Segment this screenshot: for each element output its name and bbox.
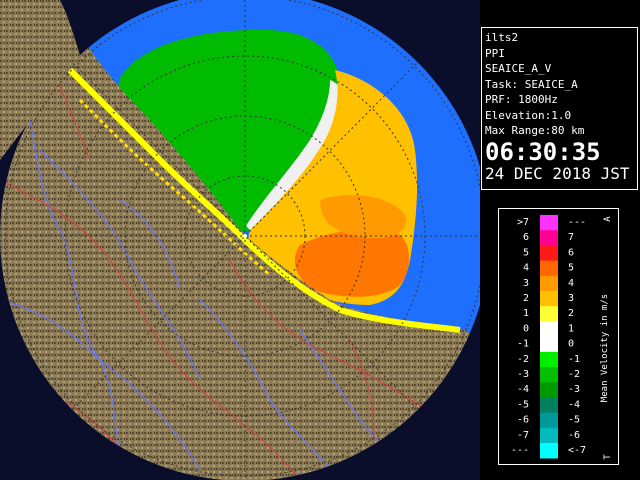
legend-row-lower-label: -1 xyxy=(517,339,529,350)
product-name: SEAICE_A_V xyxy=(485,62,552,75)
legend-row-upper-label: --- xyxy=(568,217,586,228)
radar-ppi-display[interactable] xyxy=(0,0,480,480)
legend-row-lower-label: 1 xyxy=(523,308,529,319)
legend-scale: >7 --- 6 7 5 6 4 5 3 4 2 3 1 2 0 1 -1 0 -2 -1 -3 -2 -4 -3 -5 -4 -6… xyxy=(511,215,613,460)
legend-color-swatch xyxy=(540,382,558,398)
legend-row-lower-label: 4 xyxy=(523,263,529,274)
radar-site-marker xyxy=(243,234,247,238)
radar-image xyxy=(0,0,480,480)
max-range-value: Max Range:80 km xyxy=(485,124,585,137)
legend-row-lower-label: -4 xyxy=(517,384,529,395)
legend-row-lower-label: 5 xyxy=(523,247,529,258)
scan-time: 06:30:35 xyxy=(485,137,601,166)
legend-row-upper-label: <-7 xyxy=(568,445,586,456)
legend-row-upper-label: -6 xyxy=(568,430,580,441)
legend-color-swatch xyxy=(540,245,558,261)
legend-row-upper-label: 6 xyxy=(568,247,574,258)
legend-row-lower-label: -7 xyxy=(517,430,529,441)
legend-row-lower-label: -2 xyxy=(517,354,529,365)
legend-top-marker: A xyxy=(603,216,613,222)
radar-info-panel: ilts2 PPI SEAICE_A_V Task: SEAICE_A PRF:… xyxy=(481,27,638,190)
legend-color-swatch xyxy=(540,275,558,292)
legend-bottom-marker: T xyxy=(603,454,613,460)
legend-color-swatch xyxy=(540,230,558,246)
legend-title: Mean Velocity in m/s xyxy=(600,294,610,402)
legend-row-lower-label: 0 xyxy=(523,323,529,334)
legend-color-swatch xyxy=(540,427,558,444)
legend-row-upper-label: -2 xyxy=(568,369,580,380)
elevation-value: Elevation:1.0 xyxy=(485,108,572,122)
legend-row-lower-label: -5 xyxy=(517,399,529,410)
legend-row-upper-label: -5 xyxy=(568,415,580,426)
prf-value: PRF: 1800Hz xyxy=(485,93,558,106)
legend-row-upper-label: 5 xyxy=(568,263,574,274)
legend-row-lower-label: 2 xyxy=(523,293,529,304)
legend-color-swatch xyxy=(540,306,558,322)
legend-color-swatch xyxy=(540,321,558,337)
legend-row-lower-label: 3 xyxy=(523,278,529,289)
legend-row-upper-label: 7 xyxy=(568,232,574,243)
legend-color-swatch xyxy=(540,336,558,353)
legend-color-swatch xyxy=(540,412,558,429)
legend-row-upper-label: -3 xyxy=(568,384,580,395)
legend-row-lower-label: >7 xyxy=(517,217,529,228)
legend-row-lower-label: -6 xyxy=(517,415,529,426)
legend-row-lower-label: 6 xyxy=(523,232,529,243)
legend-color-swatch xyxy=(540,367,558,383)
legend-color-swatch xyxy=(540,291,558,307)
station-name: ilts2 xyxy=(485,31,519,44)
legend-row-upper-label: 4 xyxy=(568,278,574,289)
legend-row-upper-label: 1 xyxy=(568,323,574,334)
legend-row-lower-label: -3 xyxy=(517,369,529,380)
legend-row-upper-label: 2 xyxy=(568,308,574,319)
legend-color-swatch xyxy=(540,215,558,231)
scan-date: 24 DEC 2018 JST xyxy=(485,163,630,183)
receding-strong-echo xyxy=(294,229,409,297)
legend-row-upper-label: -4 xyxy=(568,399,580,410)
legend-color-swatch xyxy=(540,443,558,459)
scan-mode: PPI xyxy=(485,46,505,60)
legend-color-swatch xyxy=(540,260,558,277)
legend-row-upper-label: -1 xyxy=(568,354,580,365)
legend-color-swatch xyxy=(540,351,558,368)
legend-row-upper-label: 0 xyxy=(568,339,574,350)
legend-color-swatch xyxy=(540,397,558,413)
legend-row-lower-label: --- xyxy=(511,445,529,456)
velocity-legend: >7 --- 6 7 5 6 4 5 3 4 2 3 1 2 0 1 -1 0 -2 -1 -3 -2 -4 -3 -5 -4 -6… xyxy=(498,208,619,465)
task-name: Task: SEAICE_A xyxy=(485,77,578,91)
legend-row-upper-label: 3 xyxy=(568,293,574,304)
